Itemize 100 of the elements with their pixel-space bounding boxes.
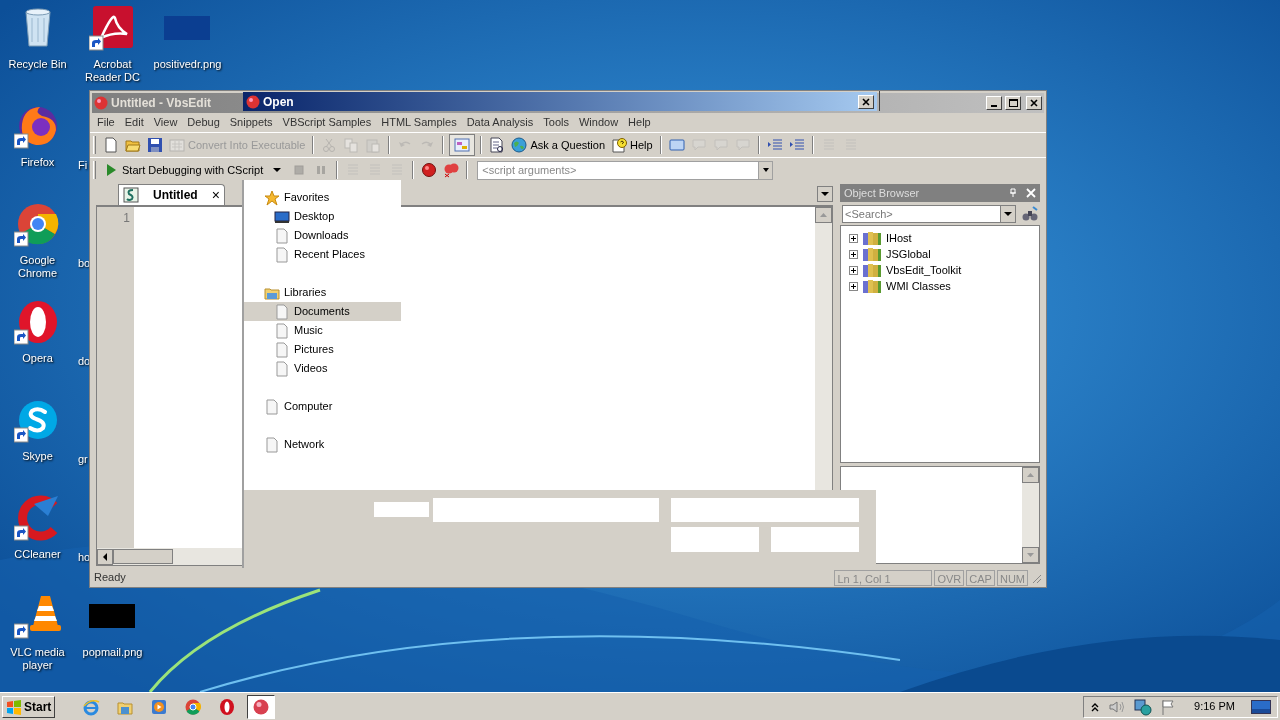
scroll-left-icon[interactable] — [97, 548, 113, 565]
globe-icon — [511, 137, 528, 153]
status-indicator: CAP — [966, 569, 995, 586]
icon-label[interactable]: Firefox — [18, 156, 57, 169]
indent-icon[interactable] — [766, 137, 783, 153]
dropdown-button[interactable] — [759, 160, 774, 180]
menu-item[interactable]: Tools — [538, 114, 574, 131]
menu-item[interactable]: Edit — [119, 114, 149, 131]
menu-item[interactable]: Debug — [182, 114, 225, 131]
tree-item[interactable]: WMI Classes — [886, 277, 951, 295]
options-icon[interactable] — [454, 137, 471, 153]
scroll-up-icon[interactable] — [815, 207, 832, 223]
search-field[interactable]: <Search> — [842, 204, 1001, 223]
menu-item[interactable]: HTML Samples — [376, 114, 462, 131]
nav-item[interactable]: Pictures — [244, 340, 401, 359]
help-icon — [611, 137, 627, 153]
icon-label[interactable]: Opera — [20, 352, 55, 365]
window-icon[interactable] — [668, 137, 685, 153]
nav-item[interactable]: Music — [244, 321, 401, 340]
tree-item[interactable]: JSGlobal — [886, 245, 931, 263]
blank-page-icon — [274, 303, 290, 320]
icon-label[interactable]: Recycle Bin — [6, 58, 69, 71]
show-desktop-icon[interactable] — [1251, 699, 1271, 714]
maximize-button[interactable] — [1005, 96, 1021, 110]
editor-tab[interactable]: Untitled × — [118, 184, 225, 205]
flag-icon[interactable] — [1160, 698, 1177, 715]
tab-list-button[interactable] — [817, 186, 833, 202]
document-search-icon[interactable] — [489, 137, 506, 153]
nav-item[interactable]: Libraries — [244, 283, 401, 302]
close-button[interactable] — [1026, 96, 1042, 110]
scroll-up-icon[interactable] — [1022, 467, 1039, 483]
indent-icon[interactable] — [788, 137, 805, 153]
object-tree[interactable]: IHost JSGlobal VbsEdit_Toolkit WMI Classes — [840, 225, 1040, 463]
scroll-thumb[interactable] — [113, 549, 173, 564]
breakpoint-icon[interactable] — [421, 162, 438, 178]
start-button[interactable]: Start — [2, 695, 56, 718]
speaker-icon[interactable] — [1108, 698, 1127, 715]
arguments-field[interactable]: <script arguments> — [477, 160, 760, 180]
icon-label[interactable]: positivedr.png — [151, 58, 224, 71]
image-thumbnail-icon[interactable] — [88, 604, 135, 628]
clear-breakpoints-icon[interactable] — [443, 162, 460, 178]
chrome-browser-icon — [184, 697, 203, 716]
tree-item[interactable]: VbsEdit_Toolkit — [886, 261, 962, 279]
books-icon — [861, 279, 883, 293]
icon-label[interactable]: Acrobat Reader DC — [75, 58, 150, 84]
scroll-down-icon[interactable] — [1022, 547, 1039, 563]
icon-label[interactable]: Google Chrome — [0, 254, 75, 280]
nav-item[interactable]: Documents — [244, 302, 401, 321]
binoculars-icon[interactable] — [1022, 205, 1038, 222]
nav-item[interactable]: Computer — [244, 397, 401, 416]
icon-label[interactable]: Skype — [20, 450, 55, 463]
menu-item[interactable]: Snippets — [224, 114, 278, 131]
dropdown-caret-icon — [1004, 209, 1012, 218]
tree-item[interactable]: IHost — [886, 229, 912, 247]
menu-item[interactable]: Window — [574, 114, 624, 131]
nav-item[interactable]: Desktop — [244, 207, 401, 226]
pin-icon[interactable] — [1008, 188, 1018, 198]
clock[interactable]: 9:16 PM — [1194, 698, 1235, 715]
image-thumbnail-icon[interactable] — [163, 16, 210, 40]
nav-item[interactable]: Favorites — [244, 188, 401, 207]
menu-item[interactable]: View — [148, 114, 183, 131]
books-icon — [861, 231, 883, 245]
menu-item[interactable]: File — [92, 114, 120, 131]
tab-close-button[interactable]: × — [211, 184, 220, 206]
chevron-up-icon[interactable] — [1090, 701, 1101, 712]
minimize-button[interactable] — [986, 96, 1002, 110]
toolbar-button[interactable]: Help — [609, 136, 655, 154]
vertical-scrollbar[interactable] — [1022, 467, 1039, 563]
toolbar-button[interactable]: Start Debugging with CScript — [101, 161, 266, 179]
options-button[interactable] — [449, 134, 476, 156]
toolbar-button[interactable]: Ask a Question — [509, 136, 607, 154]
expand-icon[interactable] — [849, 281, 858, 291]
dropdown-caret-icon — [821, 190, 829, 198]
menu-item[interactable]: Help — [623, 114, 656, 131]
icon-label[interactable]: VLC media player — [0, 646, 75, 672]
taskbar-app-button[interactable] — [247, 694, 276, 719]
nav-item[interactable]: Videos — [244, 359, 401, 378]
nav-item[interactable]: Network — [244, 435, 401, 454]
network-icon[interactable] — [1134, 697, 1153, 716]
traffic-cone-icon[interactable] — [29, 596, 61, 631]
save-icon[interactable] — [147, 137, 163, 153]
icon-label[interactable]: CCleaner — [12, 548, 63, 561]
recycle-bin-icon[interactable] — [25, 8, 50, 47]
arc-logo-icon[interactable] — [17, 495, 58, 541]
dropdown-button[interactable] — [1001, 204, 1016, 223]
expand-icon[interactable] — [849, 233, 858, 243]
window-title: Untitled - VbsEdit — [111, 95, 211, 112]
close-icon[interactable] — [1026, 188, 1036, 198]
expand-icon[interactable] — [849, 249, 858, 259]
menu-item[interactable]: VBScript Samples — [277, 114, 377, 131]
books-icon — [861, 263, 883, 277]
app-icon — [94, 96, 108, 110]
nav-item[interactable]: Recent Places — [244, 245, 401, 264]
close-button[interactable] — [858, 94, 874, 109]
new-file-icon[interactable] — [103, 137, 119, 153]
nav-item[interactable]: Downloads — [244, 226, 401, 245]
open-folder-icon[interactable] — [125, 137, 141, 153]
icon-label[interactable]: popmail.png — [80, 646, 145, 659]
expand-icon[interactable] — [849, 265, 858, 275]
menu-item[interactable]: Data Analysis — [461, 114, 539, 131]
